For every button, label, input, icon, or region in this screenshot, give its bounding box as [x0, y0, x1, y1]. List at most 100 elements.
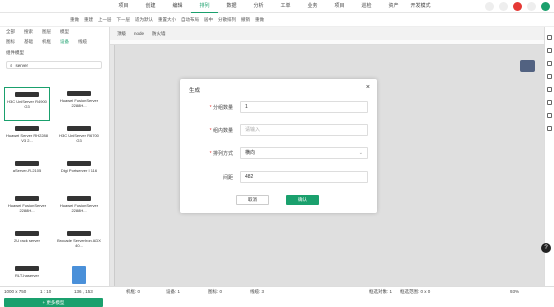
- sidebar-tab[interactable]: 模型: [60, 29, 69, 35]
- device-item[interactable]: Huawei FusionServer 2288H...: [56, 192, 102, 226]
- sidebar-tab[interactable]: 基础: [24, 39, 33, 45]
- link-icon[interactable]: [547, 113, 552, 118]
- field-value: 横向: [245, 150, 256, 156]
- toolbar-button[interactable]: 重建: [84, 17, 93, 23]
- toolbar-button[interactable]: 重置大小: [158, 17, 176, 23]
- device-item[interactable]: Brocade ServerIron ADX 40...: [56, 227, 102, 261]
- menu-item[interactable]: 工单: [272, 0, 299, 13]
- properties-icon[interactable]: [547, 48, 552, 53]
- avatar[interactable]: [541, 2, 550, 11]
- toolbar-button[interactable]: 重做: [255, 17, 264, 23]
- toolbar-button[interactable]: 撤销: [241, 17, 250, 23]
- field-label: * 组内数量: [210, 127, 233, 134]
- cancel-button[interactable]: 取消: [236, 195, 269, 205]
- device-item[interactable]: Huawei FusionServer 2288H...: [4, 192, 50, 226]
- sidebar-tab[interactable]: 机框: [42, 39, 51, 45]
- device-item[interactable]: H3C UniServer R6700 G3: [56, 122, 102, 156]
- confirm-button[interactable]: 确认: [286, 195, 319, 205]
- field-input[interactable]: 482: [240, 171, 368, 183]
- menu-item[interactable]: 开发模式: [407, 0, 434, 13]
- section-title: 组件模型: [6, 50, 24, 55]
- generate-dialog: 生成 × * 分组数量 1 * 组内数量 请输入 * 排列方式 横向 ⌄ 间距 482 取消 确…: [180, 79, 377, 213]
- machine-count: 机框: 0: [126, 289, 141, 294]
- cable-count: 线缆: 3: [250, 289, 265, 294]
- field-input[interactable]: 请输入: [240, 124, 368, 136]
- form-row: * 分组数量 1: [180, 101, 377, 114]
- sidebar-tab[interactable]: 图标: [6, 39, 15, 45]
- device-item[interactable]: H3C UniServer R4900 G3: [4, 87, 50, 121]
- field-label: * 分组数量: [210, 104, 233, 111]
- list-icon[interactable]: [547, 74, 552, 79]
- device-label: Brocade ServerIron ADX 40...: [57, 238, 101, 248]
- sidebar-tab[interactable]: 图层: [42, 29, 51, 35]
- device-item[interactable]: Digi Portserver I 116: [56, 157, 102, 191]
- server-icon: [67, 91, 91, 96]
- menu-item[interactable]: 数据: [218, 0, 245, 13]
- field-value: 请输入: [245, 127, 261, 133]
- tool-icon[interactable]: [547, 126, 552, 131]
- more-models-button[interactable]: + 更多模型: [4, 298, 103, 307]
- breadcrumb-item[interactable]: node: [134, 31, 144, 37]
- device-item[interactable]: 2U rack server: [4, 227, 50, 261]
- menu-item[interactable]: 排列: [191, 0, 218, 13]
- field-label-text: 分组数量: [212, 105, 233, 111]
- toolbar-button[interactable]: 下一层: [117, 17, 131, 23]
- breadcrumb: 顶级 node 防火墙: [117, 31, 166, 37]
- toolbar-button[interactable]: 自动布局: [181, 17, 199, 23]
- top-menu-bar: 项目 创建 编辑 排列 数据 分析 工单 业务 项目 巡检 资产 开发模式: [0, 0, 554, 13]
- device-item[interactable]: aServer-R-2105: [4, 157, 50, 191]
- server-icon: [15, 196, 39, 201]
- field-label-text: 组内数量: [212, 128, 233, 134]
- search-icon: ⌕: [10, 62, 13, 68]
- menu-item[interactable]: 项目: [326, 0, 353, 13]
- breadcrumb-item[interactable]: 顶级: [117, 31, 126, 37]
- message-icon[interactable]: [513, 2, 522, 11]
- share-icon[interactable]: [547, 61, 552, 66]
- field-label-text: 排列方式: [212, 151, 233, 157]
- table-icon[interactable]: [547, 87, 552, 92]
- sidebar-tab[interactable]: 线缆: [78, 39, 87, 45]
- lock-icon[interactable]: [547, 100, 552, 105]
- search-input[interactable]: ⌕ server: [6, 61, 102, 69]
- form-row: * 排列方式 横向 ⌄: [180, 147, 377, 160]
- bell-icon[interactable]: [499, 2, 508, 11]
- close-icon[interactable]: ×: [366, 84, 370, 91]
- menu-item[interactable]: 资产: [380, 0, 407, 13]
- sidebar-tab[interactable]: 全部: [6, 29, 15, 35]
- main-menu: 项目 创建 编辑 排列 数据 分析 工单 业务 项目 巡检 资产 开发模式: [110, 0, 434, 13]
- toolbar: 重做 重建 上一层 下一层 适为默认 重置大小 自动布局 居中 分散排列 撤销 重做: [0, 13, 554, 27]
- field-input[interactable]: 1: [240, 101, 368, 113]
- server-icon: [67, 161, 91, 166]
- menu-item[interactable]: 项目: [110, 0, 137, 13]
- toolbar-button[interactable]: 重做: [70, 17, 79, 23]
- menu-item[interactable]: 业务: [299, 0, 326, 13]
- menu-item[interactable]: 分析: [245, 0, 272, 13]
- toolbar-button[interactable]: 适为默认: [135, 17, 153, 23]
- server-icon: [72, 266, 86, 284]
- device-label: H3C UniServer R6700 G3: [59, 133, 99, 143]
- cursor-coords: 136 , 153: [74, 289, 93, 294]
- device-item[interactable]: Huawei Server RH2288 V3 2...: [4, 122, 50, 156]
- sidebar-tab[interactable]: 搜索: [24, 29, 33, 35]
- top-icons: [485, 2, 550, 11]
- breadcrumb-item[interactable]: 防火墙: [152, 31, 166, 37]
- toolbar-button[interactable]: 上一层: [98, 17, 112, 23]
- arrange-select[interactable]: 横向 ⌄: [240, 147, 368, 159]
- menu-item[interactable]: 巡检: [353, 0, 380, 13]
- toolbar-button[interactable]: 分散排列: [218, 17, 236, 23]
- server-icon: [15, 231, 39, 236]
- field-label-text: 间距: [222, 175, 233, 181]
- device-item[interactable]: Huawei FusionServer 2288H...: [56, 87, 102, 121]
- zoom-ratio: 1 : 10: [40, 289, 52, 294]
- field-label: 间距: [223, 174, 233, 181]
- menu-item[interactable]: 编辑: [164, 0, 191, 13]
- server-icon: [67, 196, 91, 201]
- server-icon: [15, 126, 39, 131]
- zoom-level[interactable]: 93%: [510, 289, 519, 294]
- menu-item[interactable]: 创建: [137, 0, 164, 13]
- settings-icon[interactable]: [527, 2, 536, 11]
- sidebar-tab[interactable]: 设备: [60, 39, 69, 45]
- layers-icon[interactable]: [547, 35, 552, 40]
- toolbar-button[interactable]: 居中: [204, 17, 213, 23]
- search-icon[interactable]: [485, 2, 494, 11]
